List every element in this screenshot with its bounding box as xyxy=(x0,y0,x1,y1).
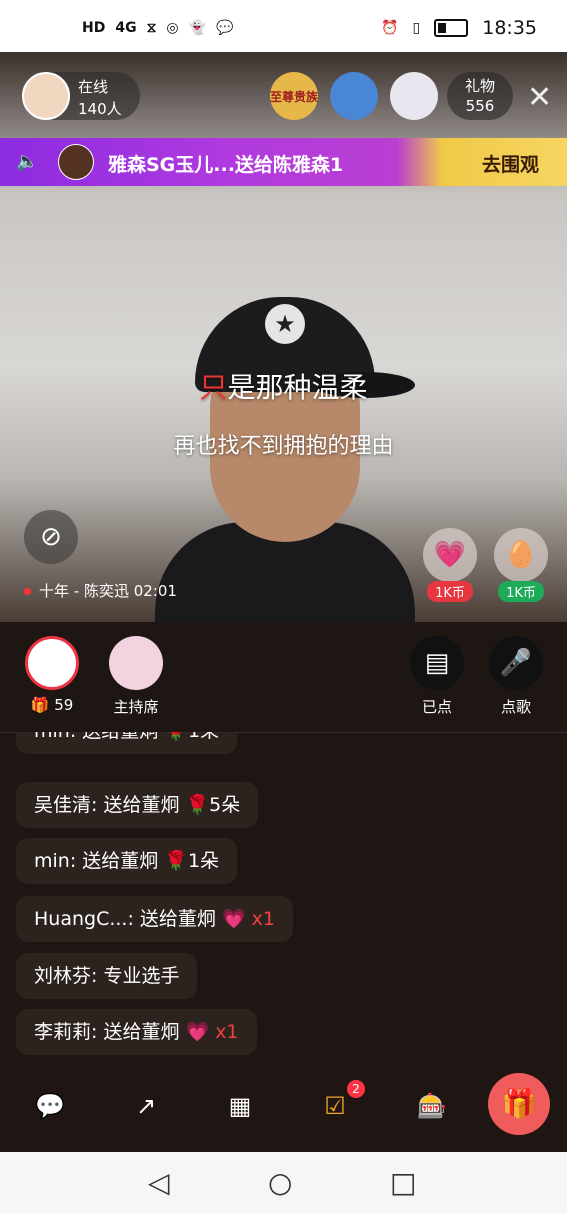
lyric-line-1: 只是那种温柔 xyxy=(0,366,567,406)
home-icon[interactable]: ○ xyxy=(268,1166,292,1199)
coin-gift-heart[interactable]: 💗 1K币 xyxy=(423,528,477,602)
lyric-rest: 是那种温柔 xyxy=(227,371,368,404)
recent-apps-icon[interactable]: □ xyxy=(390,1166,416,1199)
viewer-avatar-2[interactable] xyxy=(390,72,438,120)
battery-icon xyxy=(434,19,469,37)
seat-row: 🎁 59 主持席 ▤ 已点 🎤 点歌 xyxy=(0,622,567,733)
lottery-icon[interactable]: 🎰 xyxy=(412,1086,452,1126)
microphone-icon: 🎤 xyxy=(489,636,543,690)
gift-box-icon: 🎁 xyxy=(30,696,50,714)
close-icon[interactable]: ✕ xyxy=(527,80,552,115)
chat-message: min: 送给董炯 🌹1朵 xyxy=(16,732,238,754)
ordered-label: 已点 xyxy=(421,698,452,716)
speaker-icon: 🔈 xyxy=(16,151,39,172)
gift-count-pill[interactable]: 礼物 556 xyxy=(447,72,513,120)
lyric-line-2: 再也找不到拥抱的理由 xyxy=(173,434,394,459)
gift-label: 礼物 xyxy=(464,77,495,95)
send-gift-button[interactable]: 🎁 xyxy=(488,1073,550,1135)
gift-rank-avatar xyxy=(25,636,79,690)
comment-icon[interactable]: 💬 xyxy=(30,1086,70,1126)
host-avatar[interactable] xyxy=(22,72,70,120)
tasks-icon[interactable]: ☑ 2 xyxy=(315,1080,365,1126)
online-count: 140人 xyxy=(78,100,122,118)
camera-off-icon[interactable]: ⊘ xyxy=(24,510,78,564)
host-seat-label: 主持席 xyxy=(113,698,159,716)
song-title: 十年 - 陈奕迅 02:01 xyxy=(39,582,177,600)
chat-message: 刘林芬: 专业选手 xyxy=(16,953,198,999)
sender-avatar xyxy=(58,144,94,180)
banner-text: 雅森SG玉儿...送给陈雅森1 xyxy=(108,154,344,176)
banner-watch-button[interactable]: 去围观 xyxy=(482,150,539,177)
now-playing: 十年 - 陈奕迅 02:01 xyxy=(24,580,177,601)
qq-icon: 👻 xyxy=(188,20,207,36)
coin-gift-egg[interactable]: 🥚 1K币 xyxy=(494,528,548,602)
clock: 18:35 xyxy=(482,17,537,39)
lyric-highlight: 只 xyxy=(199,371,228,404)
status-icons: HD 4G ⧖ ◎ 👻 💬 xyxy=(82,20,234,36)
coin-price-1: 1K币 xyxy=(427,581,473,602)
chat-message: HuangC...: 送给董炯 💗 x1 xyxy=(16,896,293,942)
request-song-label: 点歌 xyxy=(500,698,531,716)
noble-badge[interactable]: 至尊贵族 xyxy=(270,72,318,120)
back-icon[interactable]: ◁ xyxy=(148,1166,170,1199)
chat-message: min: 送给董炯 🌹1朵 xyxy=(16,838,238,884)
coin-price-2: 1K币 xyxy=(498,581,544,602)
alarm-icon: ⏰ xyxy=(381,20,399,36)
noble-badge-text: 至尊贵族 xyxy=(270,89,319,104)
top-badges: 至尊贵族 xyxy=(270,72,438,120)
egg-gift-icon: 🥚 xyxy=(494,528,548,582)
hourglass-icon: ⧖ xyxy=(146,20,157,36)
live-dot-icon xyxy=(24,588,31,595)
ordered-songs-button[interactable]: ▤ 已点 xyxy=(397,636,477,717)
star-logo-icon: ★ xyxy=(265,304,305,344)
host-seat-avatar xyxy=(109,636,163,690)
more-apps-icon[interactable]: ▦ xyxy=(220,1086,260,1126)
viewer-avatar-1[interactable] xyxy=(330,72,378,120)
request-song-button[interactable]: 🎤 点歌 xyxy=(476,636,556,717)
hd-icon: HD xyxy=(82,20,106,36)
system-nav-bar: ◁ ○ □ xyxy=(0,1152,567,1213)
chat-message: 李莉莉: 送给董炯 💗 x1 xyxy=(16,1009,257,1055)
chat-list[interactable]: min: 送给董炯 🌹1朵 吴佳清: 送给董炯 🌹5朵 min: 送给董炯 🌹1… xyxy=(16,732,556,1062)
wechat-icon: 💬 xyxy=(216,20,234,36)
gift-rank-seat[interactable]: 🎁 59 xyxy=(12,636,92,714)
heart-gift-icon: 💗 xyxy=(423,528,477,582)
vibrate-icon: ▯ xyxy=(412,20,421,36)
host-online-pill[interactable]: 在线 140人 xyxy=(22,72,140,120)
bottom-toolbar: 💬 ↗ ▦ ☑ 2 🎰 xyxy=(0,1072,567,1150)
gift-rank-count: 59 xyxy=(54,696,74,714)
task-badge: 2 xyxy=(347,1080,365,1098)
gift-count: 556 xyxy=(465,97,495,115)
chat-message: 吴佳清: 送给董炯 🌹5朵 xyxy=(16,782,259,828)
gift-banner[interactable]: 🔈 雅森SG玉儿...送给陈雅森1 去围观 xyxy=(0,138,567,186)
app-icon: ◎ xyxy=(166,20,179,36)
host-seat[interactable]: 主持席 xyxy=(96,636,176,717)
share-icon[interactable]: ↗ xyxy=(126,1086,166,1126)
signal-icon: 4G xyxy=(115,20,137,36)
playlist-icon: ▤ xyxy=(410,636,464,690)
online-label: 在线 xyxy=(78,78,109,96)
